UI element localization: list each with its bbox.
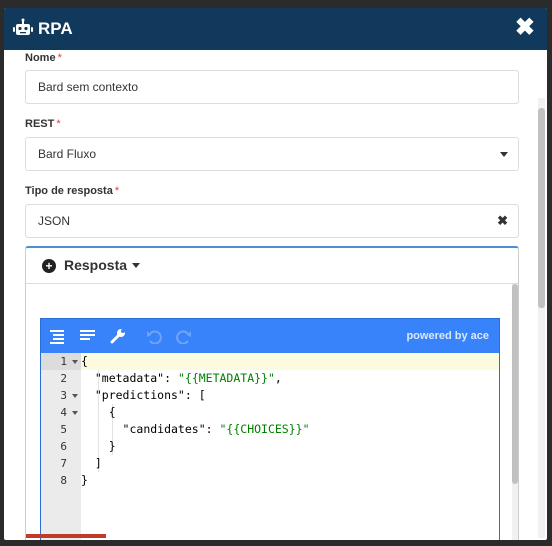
- tipo-select[interactable]: JSON ✖: [25, 204, 519, 238]
- redo-icon[interactable]: [175, 328, 193, 344]
- line-number: 8: [60, 474, 67, 487]
- line-number: 4: [60, 406, 67, 419]
- line-number: 5: [60, 423, 67, 436]
- json-editor[interactable]: powered by ace 1 2 3 4 5 6 7 8 { "metada…: [40, 318, 500, 540]
- gutter-line: 7: [41, 455, 81, 472]
- format-icon[interactable]: [49, 328, 67, 344]
- close-icon[interactable]: ✖: [515, 14, 535, 42]
- required-marker: *: [56, 118, 61, 130]
- editor-code-area[interactable]: { "metadata": "{{METADATA}}", "predictio…: [81, 353, 499, 540]
- resposta-panel-header[interactable]: + Resposta: [26, 248, 518, 284]
- code-line[interactable]: }: [81, 472, 499, 489]
- nome-label: Nome *: [25, 52, 62, 64]
- resposta-panel: + Resposta powered by ace 1 2 3 4 5 6 7 …: [25, 246, 519, 540]
- fold-icon[interactable]: [72, 411, 78, 415]
- modal-header: RPA ✖: [4, 8, 547, 50]
- powered-by-ace[interactable]: powered by ace: [406, 330, 489, 342]
- chevron-down-icon[interactable]: [500, 152, 508, 157]
- code-line[interactable]: {: [81, 404, 499, 421]
- required-marker: *: [114, 185, 120, 197]
- line-number: 3: [60, 389, 67, 402]
- background-button-hint: [26, 534, 106, 538]
- undo-icon[interactable]: [145, 328, 163, 344]
- rest-label: REST *: [25, 118, 61, 130]
- tipo-select-value: JSON: [38, 214, 71, 228]
- code-line[interactable]: "metadata": "{{METADATA}}",: [81, 370, 499, 387]
- code-line[interactable]: }: [81, 438, 499, 455]
- code-line[interactable]: ]: [81, 455, 499, 472]
- gutter-line: 5: [41, 421, 81, 438]
- gutter-line: 6: [41, 438, 81, 455]
- clear-icon[interactable]: ✖: [497, 205, 508, 237]
- fold-icon[interactable]: [72, 360, 78, 364]
- plus-circle-icon: +: [42, 259, 56, 273]
- repair-icon[interactable]: [109, 328, 127, 344]
- required-marker: *: [57, 52, 62, 64]
- gutter-line: 2: [41, 370, 81, 387]
- line-number: 1: [60, 355, 67, 368]
- modal-title: RPA: [38, 19, 73, 38]
- robot-icon: [13, 18, 33, 35]
- fold-icon[interactable]: [72, 394, 78, 398]
- rpa-modal: RPA ✖ Nome * Bard sem contexto REST * Bard…: [4, 8, 547, 540]
- gutter-line: 4: [41, 404, 81, 421]
- resposta-panel-title: Resposta: [64, 257, 128, 273]
- code-line[interactable]: "candidates": "{{CHOICES}}": [81, 421, 499, 438]
- compact-icon[interactable]: [79, 328, 97, 344]
- code-line[interactable]: {: [81, 353, 499, 370]
- rest-select[interactable]: Bard Fluxo: [25, 137, 519, 171]
- modal-scrollbar[interactable]: [538, 98, 545, 538]
- line-number: 2: [60, 372, 67, 385]
- rest-select-value: Bard Fluxo: [38, 147, 97, 161]
- editor-toolbar: powered by ace: [41, 319, 499, 353]
- gutter-line: 3: [41, 387, 81, 404]
- modal-scrollbar-thumb[interactable]: [538, 108, 545, 308]
- line-number: 7: [60, 457, 67, 470]
- line-number: 6: [60, 440, 67, 453]
- panel-scrollbar[interactable]: [512, 284, 518, 540]
- panel-scrollbar-thumb[interactable]: [512, 284, 518, 484]
- code-line[interactable]: "predictions": [: [81, 387, 499, 404]
- nome-field-value: Bard sem contexto: [38, 80, 139, 94]
- gutter-line: 1: [41, 353, 81, 370]
- nome-field[interactable]: Bard sem contexto: [25, 70, 519, 104]
- tipo-label-text: Tipo de resposta: [25, 185, 113, 197]
- caret-down-icon[interactable]: [132, 263, 140, 268]
- gutter-line: 8: [41, 472, 81, 489]
- tipo-label: Tipo de resposta *: [25, 185, 119, 197]
- rest-label-text: REST: [25, 118, 55, 130]
- editor-gutter: 1 2 3 4 5 6 7 8: [41, 353, 81, 540]
- modal-body: Nome * Bard sem contexto REST * Bard Fluxo…: [4, 50, 547, 540]
- nome-label-text: Nome: [25, 52, 56, 64]
